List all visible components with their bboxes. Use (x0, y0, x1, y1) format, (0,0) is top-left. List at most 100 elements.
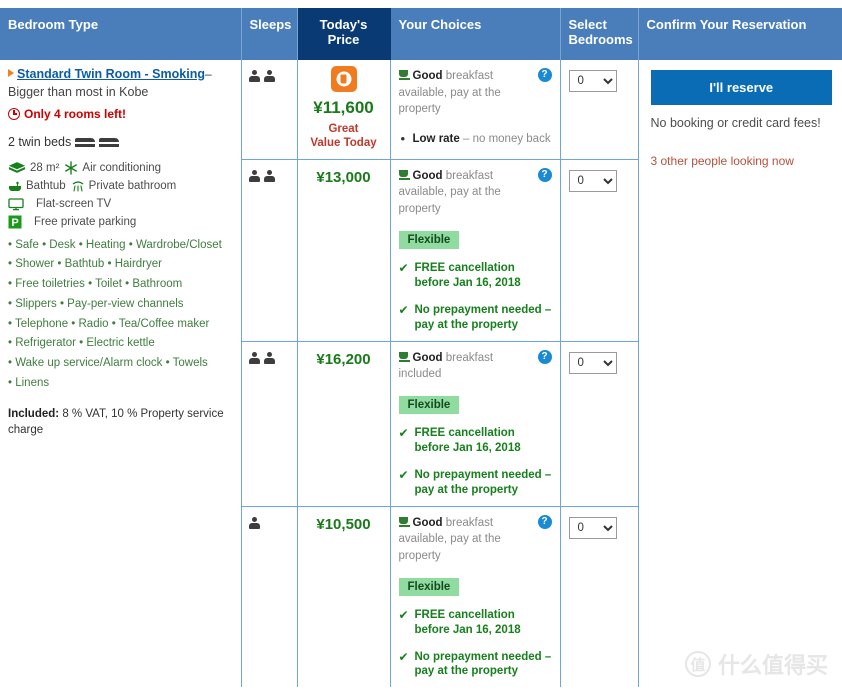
free-cancellation-text: ✔ FREE cancellation before Jan 16, 2018 (399, 261, 552, 291)
no-prepayment-text: ✔ No prepayment needed – pay at the prope… (399, 650, 552, 680)
bed-icon (99, 136, 120, 148)
sleeps-cell (241, 60, 298, 160)
choices-cell: Good breakfast available, pay at the pro… (390, 505, 561, 688)
header-your-choices: Your Choices (390, 8, 561, 60)
facility-row-bath: Bathtub Private bathroom (8, 179, 231, 193)
bed-count-label: 2 twin beds (8, 134, 72, 149)
facility-row-parking: P Free private parking (8, 215, 231, 229)
table-row: Standard Twin Room - Smoking– Bigger tha… (0, 60, 842, 688)
facility-row-tv: Flat-screen TV (8, 197, 231, 211)
air-conditioning-label: Air conditioning (82, 161, 162, 174)
header-sleeps: Sleeps (241, 8, 298, 60)
breakfast-info: Good breakfast available, pay at the pro… (398, 68, 552, 118)
check-icon: ✔ (398, 649, 409, 664)
free-cancellation-text: ✔ FREE cancellation before Jan 16, 2018 (399, 426, 552, 456)
reserve-button[interactable]: I'll reserve (650, 70, 832, 105)
breakfast-line: Good breakfast available, pay at the pro… (398, 68, 532, 118)
person-icon (248, 70, 260, 83)
free-cancellation-label: FREE cancellation before Jan 16, 2018 (414, 608, 521, 636)
no-prepayment-label: No prepayment needed – pay at the proper… (414, 650, 552, 678)
person-icon (263, 351, 275, 365)
private-bathroom-label: Private bathroom (88, 179, 177, 192)
bathtub-label: Bathtub (26, 179, 66, 192)
check-icon: ✔ (398, 302, 409, 317)
sleeps-cell (241, 158, 298, 342)
breakfast-info: Good breakfast available, pay at the pro… (398, 514, 552, 565)
quantity-select[interactable]: 01234 (568, 351, 617, 374)
price-value: ¥10,500 (316, 515, 371, 533)
breakfast-bold: Good (412, 351, 443, 364)
great-value-line2: Value Today (310, 137, 377, 150)
check-icon: ✔ (398, 467, 409, 482)
person-icon (263, 169, 275, 183)
great-value-line1: Great (328, 123, 359, 135)
quantity-select[interactable]: 01234 (568, 169, 617, 192)
header-price-line2: Price (327, 32, 360, 48)
facility-private-bathroom: Private bathroom (71, 179, 177, 193)
breakfast-info: Good breakfast available, pay at the pro… (398, 167, 552, 218)
price-value: ¥11,600 (313, 98, 374, 117)
amenity-line: • Slippers • Pay-per-view channels (8, 297, 184, 310)
amenity-line: • Refrigerator • Electric kettle (8, 337, 155, 350)
flexible-badge: Flexible (398, 577, 460, 596)
sleeps-cell (241, 505, 298, 688)
facility-parking: P Free private parking (8, 215, 136, 229)
header-your-choices-label: Your Choices (398, 17, 482, 32)
header-select-line2: Bedrooms (568, 32, 633, 48)
breakfast-bold: Good (412, 169, 443, 182)
help-icon[interactable]: ? (537, 514, 552, 529)
amenity-line: • Linens (8, 376, 50, 389)
svg-text:P: P (11, 217, 18, 229)
help-icon[interactable]: ? (537, 167, 552, 182)
breakfast-bold: Good (412, 516, 443, 529)
select-bedrooms-cell: 01234 (560, 340, 639, 507)
snowflake-icon (65, 160, 78, 175)
coffee-cup-icon (398, 69, 410, 80)
quantity-select[interactable]: 01234 (568, 70, 617, 92)
table-header-row: Bedroom Type Sleeps Today's Price Your C… (0, 8, 842, 60)
people-looking-text: 3 other people looking now (650, 153, 794, 168)
television-icon (8, 197, 24, 210)
help-icon[interactable]: ? (537, 68, 552, 82)
header-price-line1: Today's (319, 17, 368, 32)
parking-label: Free private parking (34, 215, 137, 228)
rate-condition-bold: Low rate (412, 133, 460, 146)
room-subtitle: Bigger than most in Kobe (8, 84, 149, 99)
price-cell: ¥11,600 Great Value Today (297, 60, 391, 160)
breakfast-line: Good breakfast included (398, 350, 532, 383)
flexible-badge: Flexible (398, 395, 460, 414)
amenity-line: • Telephone • Radio • Tea/Coffee maker (8, 317, 210, 330)
no-prepayment-label: No prepayment needed – pay at the proper… (414, 468, 552, 496)
no-prepayment-text: ✔ No prepayment needed – pay at the prope… (399, 303, 552, 333)
parking-icon: P (8, 215, 22, 229)
check-icon: ✔ (398, 260, 409, 275)
header-confirm-reservation: Confirm Your Reservation (638, 8, 842, 60)
bed-configuration: 2 twin beds (8, 135, 231, 149)
no-fees-text: No booking or credit card fees! (650, 116, 821, 130)
breakfast-line: Good breakfast available, pay at the pro… (398, 515, 532, 565)
choices-cell: Good breakfast available, pay at the pro… (390, 60, 561, 160)
price-cell: ¥16,200 (297, 340, 391, 507)
header-bedroom-type-label: Bedroom Type (8, 17, 99, 32)
coffee-cup-icon (398, 351, 410, 362)
price-value: ¥16,200 (316, 350, 371, 368)
header-select-bedrooms: Select Bedrooms (560, 8, 639, 60)
bathtub-icon (9, 181, 21, 191)
amenity-line: • Wake up service/Alarm clock • Towels (8, 357, 208, 370)
room-title-link[interactable]: Standard Twin Room - Smoking (17, 67, 205, 81)
facility-tv: Flat-screen TV (8, 197, 111, 211)
select-bedrooms-cell: 01234 (560, 158, 639, 342)
included-taxes: Included: 8 % VAT, 10 % Property service… (8, 406, 231, 439)
bed-icon (75, 136, 96, 148)
quantity-select[interactable]: 01234 (568, 516, 617, 539)
choices-cell: Good breakfast available, pay at the pro… (390, 158, 561, 342)
breakfast-bold: Good (412, 70, 443, 82)
rate-condition: Low rate – no money back (399, 130, 552, 148)
help-icon[interactable]: ? (537, 349, 552, 364)
select-bedrooms-cell: 01234 (560, 60, 639, 160)
amenity-list: • Safe • Desk • Heating • Wardrobe/Close… (8, 236, 231, 394)
confirm-reservation-cell: I'll reserve No booking or credit card f… (638, 60, 842, 688)
price-value: ¥13,000 (316, 168, 371, 186)
no-prepayment-text: ✔ No prepayment needed – pay at the prope… (399, 468, 552, 498)
sleeps-cell (241, 340, 298, 507)
